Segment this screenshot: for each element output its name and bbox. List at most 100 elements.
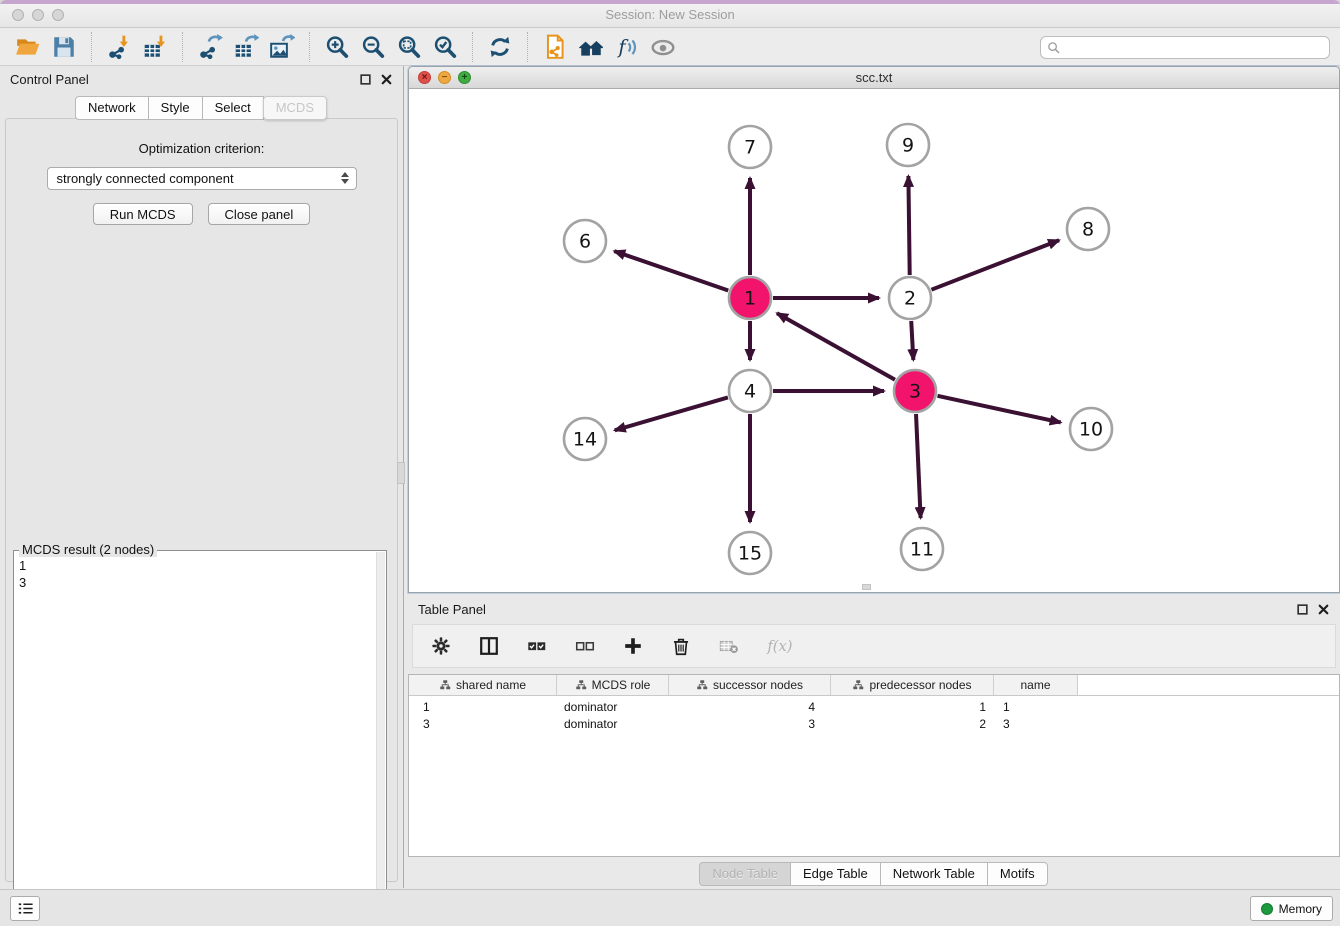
eye-button[interactable] [645,31,681,63]
table-tab-motifs[interactable]: Motifs [987,862,1048,886]
zoom-selected-icon [432,34,458,60]
graph-node-1[interactable]: 1 [729,277,771,319]
edge-1-6[interactable] [614,251,728,290]
edge-3-1[interactable] [777,313,895,379]
table-row[interactable]: 3dominator323 [409,716,1339,732]
delete-column-button[interactable] [669,634,693,658]
float-panel-icon[interactable] [359,73,372,86]
graph-node-6[interactable]: 6 [564,220,606,262]
import-network-icon [106,34,132,60]
search-input[interactable] [1061,38,1329,57]
graph-node-7[interactable]: 7 [729,126,771,168]
table-cell[interactable]: 3 [669,717,831,731]
export-image-icon [269,34,295,60]
svg-text:10: 10 [1079,419,1103,441]
close-panel-button[interactable]: Close panel [208,203,311,225]
mcds-result-list: 13 [16,557,374,591]
svg-text:9: 9 [902,135,914,157]
attribute-icon [439,679,451,691]
close-panel-icon[interactable] [380,73,393,86]
task-history-button[interactable] [10,896,40,921]
table-cell[interactable]: 3 [409,717,557,731]
table-cell[interactable]: 4 [669,700,831,714]
window-title: Session: New Session [0,7,1340,22]
add-column-button[interactable] [621,634,645,658]
network-canvas[interactable]: 7 9 6 8 1 2 4 3 14 10 15 11 [409,89,1339,592]
control-tab-mcds[interactable]: MCDS [263,96,327,120]
column-header-MCDS-role[interactable]: MCDS role [557,675,669,695]
control-panel: Control Panel NetworkStyleSelectMCDS Opt… [0,66,404,888]
edge-2-8[interactable] [931,240,1059,289]
table-tab-edge-table[interactable]: Edge Table [790,862,881,886]
table-cell[interactable]: dominator [557,700,669,714]
import-table-button[interactable] [137,31,173,63]
graph-node-15[interactable]: 15 [729,532,771,574]
column-view-button[interactable] [477,634,501,658]
table-cell[interactable]: 3 [994,717,1078,731]
open-file-button[interactable] [10,31,46,63]
table-cell[interactable]: 2 [831,717,994,731]
edge-2-9[interactable] [908,176,909,275]
criterion-dropdown[interactable]: strongly connected component [47,167,357,190]
node-table: shared name MCDS rolesuccessor nodesprede… [408,674,1340,857]
float-panel-icon[interactable] [1296,603,1309,616]
result-scrollbar[interactable] [376,552,385,922]
column-header-name[interactable]: name [994,675,1078,695]
run-mcds-button[interactable]: Run MCDS [93,203,193,225]
export-network-button[interactable] [192,31,228,63]
edge-3-10[interactable] [937,396,1060,423]
network-graph: 7 9 6 8 1 2 4 3 14 10 15 11 [409,89,1339,592]
zoom-fit-button[interactable] [391,31,427,63]
copy-network-button[interactable] [537,31,573,63]
table-cell[interactable]: 1 [409,700,557,714]
zoom-selected-button[interactable] [427,31,463,63]
import-network-button[interactable] [101,31,137,63]
control-tab-select[interactable]: Select [202,96,264,120]
edge-2-3[interactable] [911,321,913,360]
table-tabs: Node TableEdge TableNetwork TableMotifs [408,862,1340,886]
select-all-button[interactable] [525,634,549,658]
table-cell[interactable]: 1 [831,700,994,714]
main-toolbar: f [0,29,1340,66]
horizontal-split-handle[interactable] [862,584,871,590]
table-body: 1dominator4113dominator323 [409,699,1339,732]
graph-node-10[interactable]: 10 [1070,408,1112,450]
toolbar-separator [309,32,310,62]
table-tab-network-table[interactable]: Network Table [880,862,988,886]
network-window-titlebar[interactable]: × − + scc.txt [409,67,1339,89]
control-tab-network[interactable]: Network [75,96,149,120]
graph-node-4[interactable]: 4 [729,370,771,412]
table-cell[interactable]: dominator [557,717,669,731]
graph-node-2[interactable]: 2 [889,277,931,319]
control-tab-style[interactable]: Style [148,96,203,120]
table-row[interactable]: 1dominator411 [409,699,1339,715]
toolbar-separator [182,32,183,62]
graph-node-14[interactable]: 14 [564,418,606,460]
network-home-button[interactable] [573,31,609,63]
zoom-in-button[interactable] [319,31,355,63]
table-tab-node-table[interactable]: Node Table [699,862,791,886]
settings-gear-button[interactable] [429,634,453,658]
export-table-button[interactable] [228,31,264,63]
split-divider-handle[interactable] [397,462,405,484]
edge-4-14[interactable] [615,397,728,430]
edge-3-11[interactable] [916,414,921,518]
export-image-button[interactable] [264,31,300,63]
graph-node-11[interactable]: 11 [901,528,943,570]
graph-node-8[interactable]: 8 [1067,208,1109,250]
graph-node-3[interactable]: 3 [894,370,936,412]
close-panel-icon[interactable] [1317,603,1330,616]
column-header-predecessor-nodes[interactable]: predecessor nodes [831,675,994,695]
zoom-out-button[interactable] [355,31,391,63]
graph-node-9[interactable]: 9 [887,124,929,166]
save-session-button[interactable] [46,31,82,63]
deselect-all-button[interactable] [573,634,597,658]
column-label: shared name [456,678,526,692]
table-cell[interactable]: 1 [994,700,1078,714]
vizmap-signal-button[interactable]: f [609,31,645,63]
search-box[interactable] [1040,36,1330,59]
memory-button[interactable]: Memory [1250,896,1333,921]
refresh-button[interactable] [482,31,518,63]
column-header-shared-name[interactable]: shared name [409,675,557,695]
column-header-successor-nodes[interactable]: successor nodes [669,675,831,695]
